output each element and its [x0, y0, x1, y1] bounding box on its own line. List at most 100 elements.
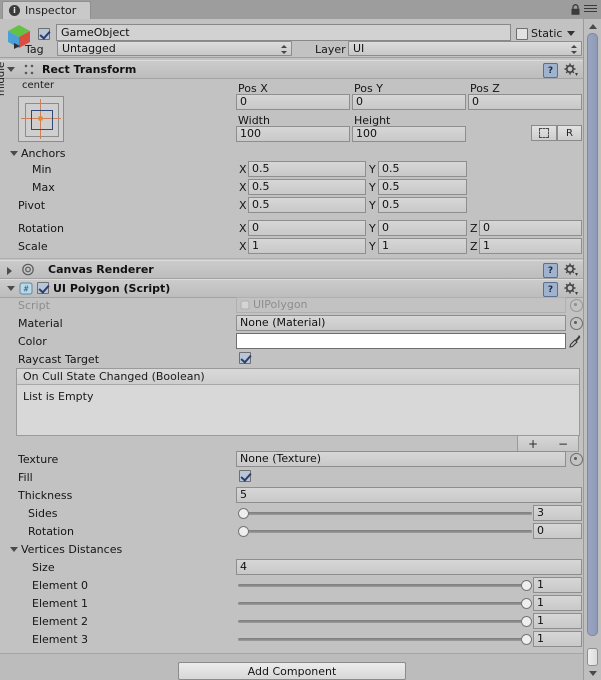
element-value-input[interactable]: 1 — [533, 631, 582, 647]
vertices-distances-foldout-icon[interactable] — [10, 547, 18, 552]
sides-row: Sides 3 — [0, 505, 584, 523]
static-checkbox[interactable] — [516, 27, 528, 40]
gear-icon[interactable] — [564, 63, 578, 76]
raycast-target-row: Raycast Target — [0, 351, 584, 369]
element-slider-track — [238, 602, 532, 605]
dropdown-arrows-icon — [281, 45, 288, 54]
element-slider[interactable] — [238, 595, 532, 611]
color-label: Color — [18, 335, 47, 348]
element-slider[interactable] — [238, 577, 532, 593]
event-remove-button[interactable]: − — [558, 437, 568, 451]
help-icon[interactable]: ? — [543, 263, 558, 278]
element-value-input[interactable]: 1 — [533, 577, 582, 593]
event-list-footer: + − — [517, 436, 579, 452]
pos-y-input[interactable]: 0 — [352, 94, 466, 110]
scrollbar-thumb-secondary[interactable] — [587, 648, 598, 666]
pos-x-input[interactable]: 0 — [236, 94, 350, 110]
script-row: Script UIPolygon — [0, 297, 584, 315]
help-icon[interactable]: ? — [543, 63, 558, 78]
inspector-scrollbar[interactable] — [583, 19, 601, 680]
scale-x-input[interactable]: 1 — [248, 238, 366, 254]
element-slider-knob[interactable] — [521, 598, 532, 609]
element-row: Element 1 1 — [0, 595, 584, 613]
raycast-target-label: Raycast Target — [18, 353, 100, 366]
pos-z-input[interactable]: 0 — [468, 94, 582, 110]
gear-icon[interactable] — [564, 282, 578, 295]
element-slider-knob[interactable] — [521, 580, 532, 591]
vertices-distances-foldout-row[interactable]: Vertices Distances — [0, 541, 584, 559]
ui-polygon-foldout-icon[interactable] — [7, 286, 15, 291]
scroll-up-button[interactable] — [586, 20, 599, 32]
ui-polygon-header[interactable]: # UI Polygon (Script) ? — [0, 279, 584, 298]
blueprint-mode-button[interactable] — [531, 125, 557, 141]
width-input[interactable]: 100 — [236, 126, 350, 142]
rect-transform-foldout-icon[interactable] — [7, 67, 15, 72]
tab-inspector[interactable]: i Inspector — [2, 1, 92, 19]
raycast-target-checkbox[interactable] — [239, 352, 251, 364]
polygon-rotation-slider-knob[interactable] — [238, 526, 249, 537]
rect-transform-title: Rect Transform — [42, 63, 137, 76]
eyedropper-icon[interactable] — [569, 334, 581, 348]
vertices-size-input[interactable]: 4 — [236, 559, 582, 575]
fill-checkbox[interactable] — [239, 470, 251, 482]
layer-dropdown[interactable]: UI — [348, 41, 582, 56]
material-object-field[interactable]: None (Material) — [236, 315, 566, 331]
sides-value-input[interactable]: 3 — [533, 505, 582, 521]
pivot-x-input[interactable]: 0.5 — [248, 197, 366, 213]
lock-icon[interactable] — [571, 4, 580, 15]
element-slider-knob[interactable] — [521, 616, 532, 627]
anchors-foldout-icon[interactable] — [10, 151, 18, 156]
axis-z-label: Z — [470, 240, 478, 253]
sides-slider[interactable] — [238, 505, 532, 521]
pivot-y-input[interactable]: 0.5 — [378, 197, 467, 213]
scale-z-input[interactable]: 1 — [479, 238, 582, 254]
texture-object-field[interactable]: None (Texture) — [236, 451, 566, 467]
rotation-z-input[interactable]: 0 — [479, 220, 582, 236]
material-select-icon[interactable] — [570, 317, 583, 330]
ui-polygon-enabled-checkbox[interactable] — [37, 282, 49, 294]
help-icon[interactable]: ? — [543, 282, 558, 297]
element-slider-knob[interactable] — [521, 634, 532, 645]
polygon-rotation-slider[interactable] — [238, 523, 532, 539]
axis-x-label: X — [239, 181, 247, 194]
canvas-renderer-header[interactable]: Canvas Renderer ? — [0, 260, 584, 279]
thickness-input[interactable]: 5 — [236, 487, 582, 503]
script-asset-icon — [240, 300, 250, 310]
scrollbar-thumb[interactable] — [587, 33, 598, 636]
polygon-rotation-slider-track — [238, 530, 532, 533]
rotation-y-input[interactable]: 0 — [378, 220, 467, 236]
static-toggle-group[interactable]: Static — [516, 27, 576, 40]
element-slider[interactable] — [238, 631, 532, 647]
polygon-rotation-value-input[interactable]: 0 — [533, 523, 582, 539]
texture-select-icon[interactable] — [570, 453, 583, 466]
anchor-max-y-input[interactable]: 0.5 — [378, 179, 467, 195]
footer-area: Add Component — [0, 653, 584, 680]
rect-transform-header[interactable]: Rect Transform ? — [0, 60, 584, 79]
vertices-size-label: Size — [32, 561, 55, 574]
gameobject-name-input[interactable]: GameObject — [56, 24, 511, 41]
rotation-x-input[interactable]: 0 — [248, 220, 366, 236]
anchor-max-x-input[interactable]: 0.5 — [248, 179, 366, 195]
axis-z-label: Z — [470, 222, 478, 235]
color-swatch-field[interactable] — [236, 333, 566, 349]
add-component-button[interactable]: Add Component — [178, 662, 406, 680]
element-slider[interactable] — [238, 613, 532, 629]
vertices-distances-label: Vertices Distances — [21, 543, 123, 556]
event-add-button[interactable]: + — [528, 437, 538, 451]
anchor-min-y-input[interactable]: 0.5 — [378, 161, 467, 177]
canvas-renderer-foldout-icon[interactable] — [7, 267, 12, 275]
scroll-down-button[interactable] — [586, 667, 599, 679]
gameobject-enabled-checkbox[interactable] — [38, 28, 50, 40]
anchor-min-x-input[interactable]: 0.5 — [248, 161, 366, 177]
scale-y-input[interactable]: 1 — [378, 238, 467, 254]
element-value-input[interactable]: 1 — [533, 595, 582, 611]
panel-menu-icon[interactable] — [584, 5, 597, 14]
sides-slider-knob[interactable] — [238, 508, 249, 519]
gear-icon[interactable] — [564, 263, 578, 276]
height-input[interactable]: 100 — [352, 126, 466, 142]
element-value-input[interactable]: 1 — [533, 613, 582, 629]
tag-dropdown[interactable]: Untagged — [57, 41, 292, 56]
chevron-down-icon[interactable] — [567, 31, 576, 36]
raw-edit-button[interactable]: R — [557, 125, 582, 141]
tag-layer-row: Tag Untagged Layer UI — [0, 41, 584, 57]
